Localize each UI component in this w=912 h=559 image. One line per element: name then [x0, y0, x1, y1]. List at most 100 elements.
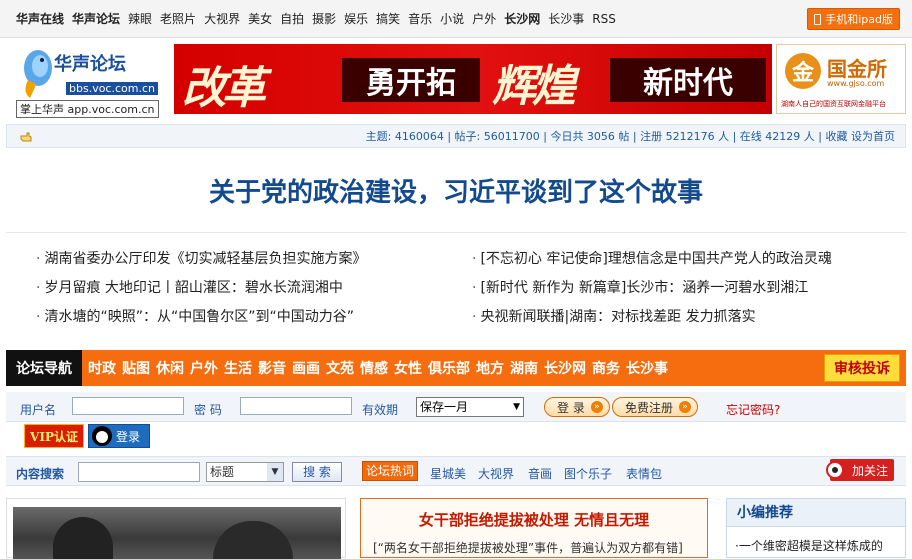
top-nav-item[interactable]: RSS [592, 12, 616, 26]
forum-nav-item[interactable]: 文苑 [326, 358, 354, 378]
forum-nav-label: 论坛导航 [6, 350, 82, 386]
login-bar: 用户名 密 码 有效期 保存一月 ▼ 登 录 » 免费注册 » 忘记密码? [6, 392, 906, 422]
forum-nav-item[interactable]: 长沙网 [544, 358, 586, 378]
top-nav-item[interactable]: 长沙事 [548, 10, 584, 27]
top-nav-item[interactable]: 音乐 [408, 10, 432, 27]
hot-word-link[interactable]: 星城美 [430, 465, 466, 482]
weibo-follow-label: 加关注 [851, 463, 888, 478]
top-nav-item[interactable]: 美女 [248, 10, 272, 27]
gjso-name: 国金所 [827, 57, 887, 81]
forum-nav-item[interactable]: 生活 [224, 358, 252, 378]
top-nav-bar: 华声在线 华声论坛 辣眼 老照片 大视界 美女 自拍 摄影 娱乐 搞笑 音乐 小说 户外 长沙网 长沙事 RS… [0, 0, 912, 38]
chevron-right-icon: » [679, 401, 692, 413]
news-item[interactable]: [不忘初心 牢记使命]理想信念是中国共产党人的政治灵魂 [472, 245, 892, 274]
featured-desc: [“两名女干部拒绝提拔被处理”事件，普遍认为双方都有错] [373, 541, 683, 555]
hot-word-link[interactable]: 大视界 [478, 465, 514, 482]
forum-nav-item[interactable]: 时政 [88, 358, 116, 378]
top-nav-item[interactable]: 长沙网 [504, 10, 540, 27]
banner-box-2: 新时代 [610, 58, 766, 102]
editor-recommend: 小编推荐 ·一个维密超模是这样炼成的 [726, 498, 906, 558]
login-button[interactable]: 登 录 » [544, 397, 610, 417]
validity-select[interactable]: 保存一月 ▼ [416, 397, 524, 417]
forum-nav-item[interactable]: 情感 [360, 358, 388, 378]
forum-stats-bar: 主题: 4160064 | 帖子: 56011700 | 今日共 3056 帖 … [6, 124, 906, 148]
site-logo[interactable]: 华声论坛 bbs.voc.com.cn 掌上华声 app.voc.com.cn [14, 44, 166, 118]
forgot-password-link[interactable]: 忘记密码? [726, 401, 780, 418]
hot-word-link[interactable]: 图个乐子 [564, 465, 612, 482]
logo-title: 华声论坛 [54, 54, 126, 75]
gjso-ad[interactable]: 金 国金所 www.gjso.com 湖南人自己的国资互联网金融平台 [776, 44, 906, 114]
mobile-ipad-button[interactable]: 手机和ipad版 [807, 8, 900, 30]
forum-nav-item[interactable]: 休闲 [156, 358, 184, 378]
recommend-item[interactable]: ·一个维密超模是这样炼成的 [735, 537, 883, 554]
news-item[interactable]: 湖南省委办公厅印发《切实减轻基层负担实施方案》 [36, 245, 456, 274]
forum-nav-item[interactable]: 长沙事 [626, 358, 668, 378]
vip-auth-button[interactable]: VIP认证 [24, 424, 84, 448]
qq-penguin-icon [92, 426, 112, 446]
top-nav-item[interactable]: 搞笑 [376, 10, 400, 27]
chevron-down-icon: ▼ [267, 463, 283, 481]
password-label: 密 码 [194, 403, 222, 417]
mobile-ipad-label: 手机和ipad版 [825, 13, 893, 26]
qq-login-label: 登录 [116, 429, 141, 444]
forum-nav-item[interactable]: 户外 [190, 358, 218, 378]
news-item[interactable]: 岁月留痕 大地印记丨韶山灌区：碧水长流润湘中 [36, 274, 456, 303]
top-nav-item[interactable]: 华声在线 [16, 10, 64, 27]
forum-nav-item[interactable]: 商务 [592, 358, 620, 378]
top-nav-item[interactable]: 自拍 [280, 10, 304, 27]
forum-nav-item[interactable]: 湖南 [510, 358, 538, 378]
hot-words-label: 论坛热词 [362, 461, 418, 481]
headline-link[interactable]: 关于党的政治建设，习近平谈到了这个故事 [0, 172, 912, 209]
search-label: 内容搜索 [16, 467, 65, 481]
top-nav-item[interactable]: 辣眼 [128, 10, 152, 27]
banner-box-1: 勇开拓 [342, 58, 480, 102]
hot-word-link[interactable]: 音画 [528, 465, 552, 482]
forum-nav-item[interactable]: 俱乐部 [428, 358, 470, 378]
forum-nav-item[interactable]: 影音 [258, 358, 286, 378]
forum-nav-bar: 论坛导航 时政 贴图 休闲 户外 生活 影音 画画 文苑 情感 女性 俱乐部 地方 湖南 长沙网 商务 长沙事… [6, 350, 906, 386]
top-nav-item[interactable]: 户外 [472, 10, 496, 27]
username-input[interactable] [72, 397, 184, 415]
validity-label: 有效期 [362, 403, 399, 417]
gjso-logo-icon: 金 [785, 53, 821, 89]
register-button[interactable]: 免费注册 » [612, 397, 699, 417]
forum-nav-item[interactable]: 贴图 [122, 358, 150, 378]
featured-photo[interactable] [13, 507, 341, 559]
top-nav-item[interactable]: 小说 [440, 10, 464, 27]
forum-nav-item[interactable]: 地方 [476, 358, 504, 378]
search-type-select[interactable]: 标题 ▼ [206, 462, 284, 482]
recommend-header: 小编推荐 [727, 499, 905, 527]
weibo-follow-button[interactable]: 加关注 [826, 459, 894, 481]
qq-login-button[interactable]: 登录 [88, 424, 150, 448]
audit-complaint-button[interactable]: 审核投诉 [824, 354, 900, 382]
search-input[interactable] [78, 462, 200, 482]
hand-pointer-icon [20, 132, 32, 142]
search-button[interactable]: 搜 索 [292, 462, 342, 482]
news-item[interactable]: 央视新闻联播|湖南：对标找差距 发力抓落实 [472, 303, 892, 332]
hot-word-link[interactable]: 表情包 [626, 465, 662, 482]
top-nav-item[interactable]: 大视界 [204, 10, 240, 27]
forum-nav-item[interactable]: 画画 [292, 358, 320, 378]
banner-ad[interactable]: 改革 勇开拓 辉煌 新时代 [174, 44, 772, 114]
dolphin-logo-icon [24, 50, 52, 98]
login-button-label: 登 录 [557, 400, 585, 415]
weibo-icon [826, 461, 844, 479]
news-item[interactable]: [新时代 新作为 新篇章]长沙市：涵养一河碧水到湘江 [472, 274, 892, 303]
top-nav-item[interactable]: 摄影 [312, 10, 336, 27]
app-url: 掌上华声 app.voc.com.cn [16, 100, 159, 118]
phone-icon [814, 13, 822, 25]
top-nav-item[interactable]: 老照片 [160, 10, 196, 27]
top-nav-item[interactable]: 华声论坛 [72, 10, 120, 27]
gjso-domain: www.gjso.com [827, 79, 885, 88]
banner-word-2: 辉煌 [492, 61, 576, 112]
logo-url: bbs.voc.com.cn [66, 82, 158, 95]
top-nav-item[interactable]: 娱乐 [344, 10, 368, 27]
featured-title[interactable]: 女干部拒绝提拔被处理 无情且无理 [361, 509, 707, 530]
password-input[interactable] [240, 397, 352, 415]
forum-nav-item[interactable]: 女性 [394, 358, 422, 378]
forum-stats-text: 主题: 4160064 | 帖子: 56011700 | 今日共 3056 帖 … [365, 130, 895, 143]
chevron-right-icon: » [590, 401, 603, 413]
register-button-label: 免费注册 [625, 400, 674, 415]
featured-image-box[interactable] [6, 498, 346, 559]
news-item[interactable]: 清水塘的“映照”：从“中国鲁尔区”到“中国动力谷” [36, 303, 456, 332]
